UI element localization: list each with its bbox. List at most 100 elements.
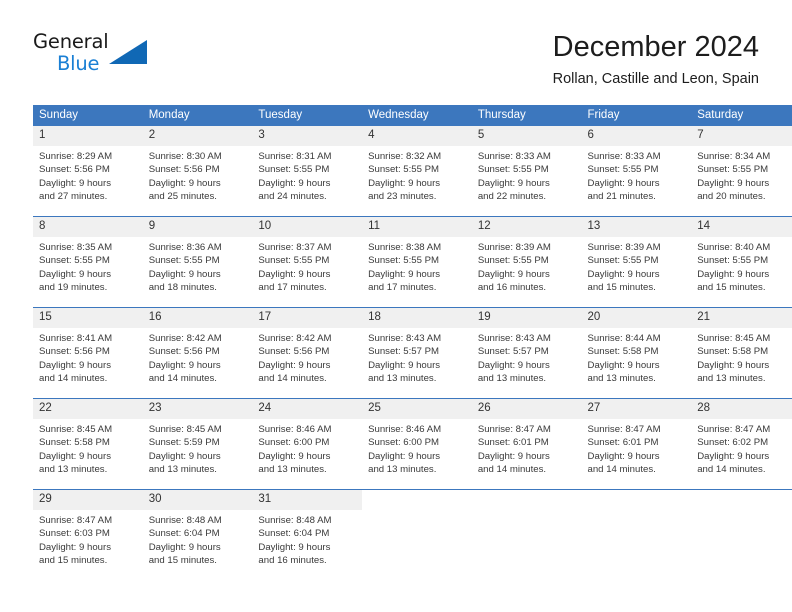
sunset-text: Sunset: 5:56 PM (258, 346, 330, 358)
day-number: 6 (581, 126, 692, 146)
calendar-day-cell[interactable]: 17 Sunrise: 8:42 AM Sunset: 5:56 PM Dayligh… (252, 307, 363, 399)
sunset-text: Sunset: 5:56 PM (39, 164, 110, 176)
day-number (362, 490, 472, 510)
day-number: 9 (142, 217, 253, 237)
calendar-header-row: Sunday Monday Tuesday Wednesday Thursday… (33, 105, 792, 126)
calendar-day-cell[interactable]: 10 Sunrise: 8:37 AM Sunset: 5:55 PM Dayligh… (252, 216, 363, 308)
calendar-day-cell[interactable]: 12 Sunrise: 8:39 AM Sunset: 5:55 PM Dayligh… (471, 216, 582, 308)
calendar-day-cell[interactable]: 3 Sunrise: 8:31 AM Sunset: 5:55 PM Daylight… (252, 126, 363, 217)
calendar-day-cell[interactable]: 31 Sunrise: 8:48 AM Sunset: 6:04 PM Dayligh… (252, 489, 363, 580)
calendar-day-cell[interactable]: 14 Sunrise: 8:40 AM Sunset: 5:55 PM Dayligh… (691, 216, 792, 308)
sunrise-text: Sunrise: 8:34 AM (697, 151, 771, 162)
calendar-day-cell[interactable]: 15 Sunrise: 8:41 AM Sunset: 5:56 PM Dayligh… (33, 307, 143, 399)
daylight-text-line2: and 17 minutes. (258, 282, 327, 294)
calendar-day-cell[interactable]: 28 Sunrise: 8:47 AM Sunset: 6:02 PM Dayligh… (691, 398, 792, 490)
daylight-text-line1: Daylight: 9 hours (697, 359, 770, 371)
day-details: Sunrise: 8:31 AM Sunset: 5:55 PM Daylight:… (252, 146, 362, 204)
day-details: Sunrise: 8:47 AM Sunset: 6:01 PM Daylight:… (582, 419, 692, 477)
day-details: Sunrise: 8:46 AM Sunset: 6:00 PM Daylight:… (362, 419, 472, 477)
weekday-header-wednesday: Wednesday (362, 105, 472, 126)
calendar-day-cell[interactable]: 4 Sunrise: 8:32 AM Sunset: 5:55 PM Daylight… (362, 126, 472, 217)
day-details: Sunrise: 8:44 AM Sunset: 5:58 PM Daylight:… (582, 328, 692, 386)
sunrise-text: Sunrise: 8:48 AM (258, 515, 332, 526)
calendar-day-cell[interactable]: 2 Sunrise: 8:30 AM Sunset: 5:56 PM Daylight… (142, 126, 253, 217)
sunrise-text: Sunrise: 8:47 AM (39, 515, 113, 526)
sunrise-text: Sunrise: 8:29 AM (39, 151, 113, 162)
calendar-day-cell[interactable]: 23 Sunrise: 8:45 AM Sunset: 5:59 PM Dayligh… (142, 398, 253, 490)
sunset-text: Sunset: 5:55 PM (587, 164, 659, 176)
day-number: 25 (362, 399, 472, 419)
day-details: Sunrise: 8:30 AM Sunset: 5:56 PM Daylight:… (143, 146, 253, 204)
day-details: Sunrise: 8:41 AM Sunset: 5:56 PM Daylight:… (33, 328, 143, 386)
day-number: 31 (252, 490, 363, 510)
day-number: 8 (33, 217, 143, 237)
day-number: 27 (581, 399, 692, 419)
calendar-week-row: 29 Sunrise: 8:47 AM Sunset: 6:03 PM Dayligh… (33, 489, 792, 580)
calendar-day-cell[interactable]: 30 Sunrise: 8:48 AM Sunset: 6:04 PM Dayligh… (142, 489, 253, 580)
sunrise-text: Sunrise: 8:45 AM (148, 424, 222, 435)
calendar-empty-cell (471, 489, 582, 580)
daylight-text-line2: and 19 minutes. (39, 282, 108, 294)
day-number: 10 (252, 217, 363, 237)
sunrise-text: Sunrise: 8:47 AM (697, 424, 771, 435)
daylight-text-line1: Daylight: 9 hours (697, 450, 770, 462)
calendar-day-cell[interactable]: 18 Sunrise: 8:43 AM Sunset: 5:57 PM Dayligh… (362, 307, 472, 399)
day-details: Sunrise: 8:42 AM Sunset: 5:56 PM Daylight:… (252, 328, 362, 386)
day-details: Sunrise: 8:34 AM Sunset: 5:55 PM Daylight:… (691, 146, 792, 204)
weekday-header-saturday: Saturday (691, 105, 792, 126)
daylight-text-line2: and 13 minutes. (148, 464, 217, 476)
calendar-day-cell[interactable]: 13 Sunrise: 8:39 AM Sunset: 5:55 PM Dayligh… (581, 216, 692, 308)
day-number: 28 (691, 399, 792, 419)
page-title: December 2024 (552, 31, 759, 63)
calendar-day-cell[interactable]: 25 Sunrise: 8:46 AM Sunset: 6:00 PM Dayligh… (362, 398, 472, 490)
calendar-day-cell[interactable]: 6 Sunrise: 8:33 AM Sunset: 5:55 PM Daylight… (581, 126, 692, 217)
weekday-header-tuesday: Tuesday (252, 105, 363, 126)
calendar-day-cell[interactable]: 26 Sunrise: 8:47 AM Sunset: 6:01 PM Dayligh… (471, 398, 582, 490)
daylight-text-line2: and 14 minutes. (587, 464, 656, 476)
calendar-day-cell[interactable]: 19 Sunrise: 8:43 AM Sunset: 5:57 PM Dayligh… (471, 307, 582, 399)
daylight-text-line1: Daylight: 9 hours (148, 359, 221, 371)
calendar-day-cell[interactable]: 9 Sunrise: 8:36 AM Sunset: 5:55 PM Daylight… (142, 216, 253, 308)
weekday-header-monday: Monday (142, 105, 253, 126)
sunset-text: Sunset: 5:58 PM (39, 437, 110, 449)
calendar-day-cell[interactable]: 24 Sunrise: 8:46 AM Sunset: 6:00 PM Dayligh… (252, 398, 363, 490)
calendar-day-cell[interactable]: 29 Sunrise: 8:47 AM Sunset: 6:03 PM Dayligh… (33, 489, 143, 580)
sunrise-text: Sunrise: 8:45 AM (39, 424, 113, 435)
daylight-text-line2: and 25 minutes. (148, 191, 217, 203)
day-details: Sunrise: 8:45 AM Sunset: 5:58 PM Daylight:… (691, 328, 792, 386)
calendar-day-cell[interactable]: 22 Sunrise: 8:45 AM Sunset: 5:58 PM Dayligh… (33, 398, 143, 490)
sunset-text: Sunset: 5:55 PM (697, 255, 769, 267)
sunrise-text: Sunrise: 8:30 AM (148, 151, 222, 162)
sunset-text: Sunset: 5:55 PM (148, 255, 220, 267)
calendar-day-cell[interactable]: 7 Sunrise: 8:34 AM Sunset: 5:55 PM Daylight… (691, 126, 792, 217)
day-number: 30 (142, 490, 253, 510)
sunset-text: Sunset: 5:55 PM (258, 164, 330, 176)
sunset-text: Sunset: 5:56 PM (148, 164, 220, 176)
calendar-empty-cell (691, 489, 792, 580)
day-details: Sunrise: 8:43 AM Sunset: 5:57 PM Daylight:… (362, 328, 472, 386)
daylight-text-line2: and 20 minutes. (697, 191, 766, 203)
brand-logo[interactable]: General Blue (33, 32, 153, 88)
sunrise-text: Sunrise: 8:45 AM (697, 333, 771, 344)
calendar-grid: Sunday Monday Tuesday Wednesday Thursday… (33, 105, 792, 580)
daylight-text-line2: and 17 minutes. (368, 282, 437, 294)
daylight-text-line1: Daylight: 9 hours (477, 268, 550, 280)
calendar-day-cell[interactable]: 27 Sunrise: 8:47 AM Sunset: 6:01 PM Dayligh… (581, 398, 692, 490)
sunset-text: Sunset: 6:00 PM (258, 437, 330, 449)
sunset-text: Sunset: 5:55 PM (368, 255, 440, 267)
day-number: 16 (142, 308, 253, 328)
calendar-day-cell[interactable]: 20 Sunrise: 8:44 AM Sunset: 5:58 PM Dayligh… (581, 307, 692, 399)
calendar-day-cell[interactable]: 5 Sunrise: 8:33 AM Sunset: 5:55 PM Daylight… (471, 126, 582, 217)
daylight-text-line1: Daylight: 9 hours (258, 359, 331, 371)
sunset-text: Sunset: 5:55 PM (697, 164, 769, 176)
daylight-text-line2: and 15 minutes. (148, 555, 217, 567)
day-details: Sunrise: 8:39 AM Sunset: 5:55 PM Daylight:… (472, 237, 582, 295)
calendar-day-cell[interactable]: 8 Sunrise: 8:35 AM Sunset: 5:55 PM Daylight… (33, 216, 143, 308)
calendar-day-cell[interactable]: 16 Sunrise: 8:42 AM Sunset: 5:56 PM Dayligh… (142, 307, 253, 399)
calendar-day-cell[interactable]: 11 Sunrise: 8:38 AM Sunset: 5:55 PM Dayligh… (362, 216, 472, 308)
day-number: 22 (33, 399, 143, 419)
day-number: 23 (142, 399, 253, 419)
calendar-day-cell[interactable]: 1 Sunrise: 8:29 AM Sunset: 5:56 PM Daylight… (33, 126, 143, 217)
day-number (691, 490, 792, 510)
calendar-day-cell[interactable]: 21 Sunrise: 8:45 AM Sunset: 5:58 PM Dayligh… (691, 307, 792, 399)
